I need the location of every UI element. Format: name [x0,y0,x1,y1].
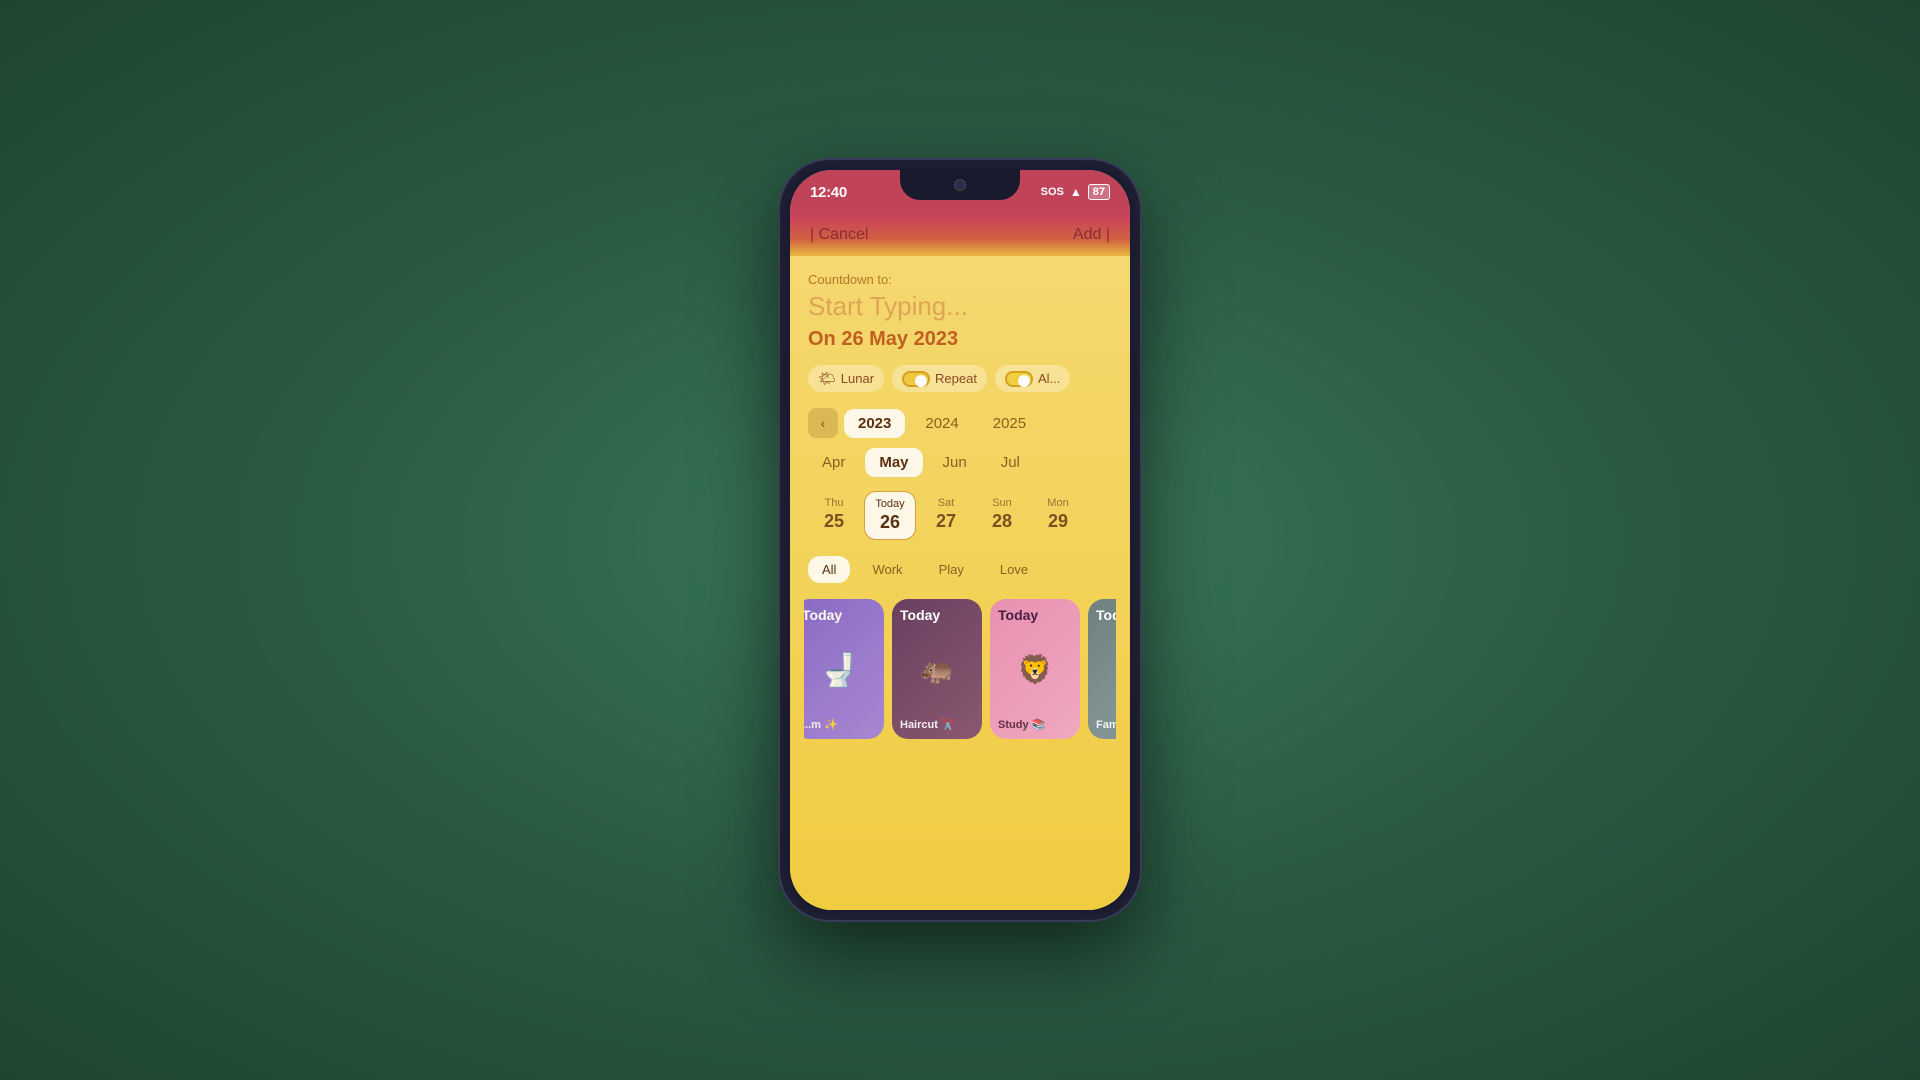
day-mon-number: 29 [1048,511,1068,532]
card-family-emoji: 🐱 [1088,625,1116,714]
category-all[interactable]: All [808,556,850,583]
category-play[interactable]: Play [925,556,978,583]
countdown-label: Countdown to: [808,272,1112,287]
card-haircut-label: Today [892,599,982,625]
category-filter: All Work Play Love [808,556,1112,583]
day-mon-name: Mon [1047,497,1068,509]
phone-frame: 12:40 SOS ▲ 87 | Cancel Add | Countdown … [780,160,1140,920]
countdown-input[interactable]: Start Typing... [808,291,1112,322]
card-family-footer: Family 🌿 [1088,714,1116,739]
sos-indicator: SOS [1041,186,1064,198]
alarm-switch[interactable] [1005,371,1033,387]
app-body: | Cancel Add | Countdown to: Start Typin… [790,214,1130,910]
card-haircut-footer: Haircut ✂️ [892,714,982,739]
month-may[interactable]: May [865,448,922,477]
day-thu-25[interactable]: Thu 25 [808,491,860,540]
day-picker: Thu 25 Today 26 Sat 27 Sun 28 [808,491,1112,540]
day-sun-number: 28 [992,511,1012,532]
year-2024[interactable]: 2024 [911,409,972,438]
day-sat-name: Sat [938,497,955,509]
card-family-label: Today [1088,599,1116,625]
notch [900,170,1020,200]
alarm-knob [1018,375,1030,387]
status-time: 12:40 [810,184,847,201]
year-2025[interactable]: 2025 [979,409,1040,438]
day-thu-number: 25 [824,511,844,532]
repeat-knob [915,375,927,387]
day-today-number: 26 [880,512,900,533]
main-content: Countdown to: Start Typing... On 26 May … [790,256,1130,910]
widget-cards: Today 🚽 ...m ✨ Today 🦛 Haircut ✂️ Today … [804,599,1116,739]
card-study-label: Today [990,599,1080,625]
day-sat-27[interactable]: Sat 27 [920,491,972,540]
camera-icon [954,179,966,191]
toggle-row: 🌤 Lunar Repeat Al... [808,365,1112,392]
category-love[interactable]: Love [986,556,1042,583]
status-indicators: SOS ▲ 87 [1041,184,1110,200]
countdown-date: On 26 May 2023 [808,328,1112,351]
alarm-toggle[interactable]: Al... [995,365,1070,392]
month-jun[interactable]: Jun [929,448,981,477]
month-apr[interactable]: Apr [808,448,859,477]
day-sun-name: Sun [992,497,1012,509]
card-bathroom[interactable]: Today 🚽 ...m ✨ [804,599,884,739]
lunar-label: Lunar [841,371,874,386]
card-study[interactable]: Today 🦁 Study 📚 [990,599,1080,739]
card-haircut-emoji: 🦛 [892,625,982,714]
battery-indicator: 87 [1088,184,1110,200]
day-today-name: Today [875,498,904,510]
cancel-button[interactable]: | Cancel [810,226,868,244]
add-button[interactable]: Add | [1073,226,1110,244]
alarm-label: Al... [1038,371,1060,386]
month-jul[interactable]: Jul [987,448,1034,477]
day-sat-number: 27 [936,511,956,532]
prev-year-button[interactable]: ‹ [808,408,838,438]
day-today-26[interactable]: Today 26 [864,491,916,540]
header-bar: | Cancel Add | [790,214,1130,256]
repeat-toggle[interactable]: Repeat [892,365,987,392]
card-bathroom-footer: ...m ✨ [804,714,884,739]
phone-screen: 12:40 SOS ▲ 87 | Cancel Add | Countdown … [790,170,1130,910]
day-mon-29[interactable]: Mon 29 [1032,491,1084,540]
card-haircut[interactable]: Today 🦛 Haircut ✂️ [892,599,982,739]
year-2023[interactable]: 2023 [844,409,905,438]
day-sun-28[interactable]: Sun 28 [976,491,1028,540]
lunar-toggle[interactable]: 🌤 Lunar [808,365,884,392]
day-thu-name: Thu [825,497,844,509]
repeat-switch[interactable] [902,371,930,387]
repeat-label: Repeat [935,371,977,386]
status-bar: 12:40 SOS ▲ 87 [790,170,1130,214]
card-bathroom-label: Today [804,599,884,625]
card-family[interactable]: Today 🐱 Family 🌿 [1088,599,1116,739]
year-picker: ‹ 2023 2024 2025 [808,408,1112,438]
card-bathroom-emoji: 🚽 [804,625,884,714]
lunar-icon: 🌤 [818,370,836,387]
card-study-emoji: 🦁 [990,625,1080,714]
month-picker: Apr May Jun Jul [808,448,1112,477]
wifi-icon: ▲ [1070,185,1082,199]
card-study-footer: Study 📚 [990,714,1080,739]
category-work[interactable]: Work [858,556,916,583]
